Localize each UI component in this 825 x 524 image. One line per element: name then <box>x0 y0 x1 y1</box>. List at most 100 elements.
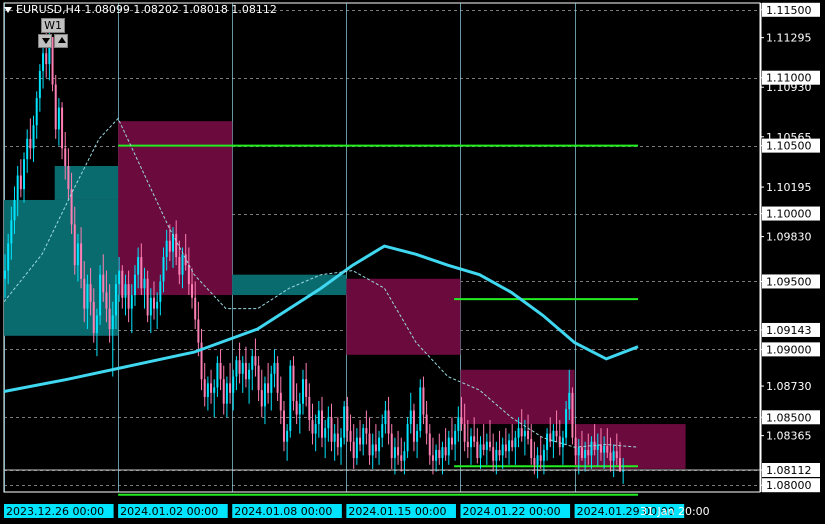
candle <box>257 356 260 401</box>
candle-body <box>26 138 29 160</box>
candle-body <box>229 383 232 393</box>
candle <box>447 430 450 465</box>
price-label: 1.08365 <box>766 430 812 443</box>
candle <box>406 417 409 459</box>
candle <box>422 376 425 425</box>
candle <box>412 403 415 452</box>
zone-bear <box>346 278 461 355</box>
candle-body <box>479 444 482 459</box>
price-chart[interactable]: 1.115001.112951.110001.109301.105651.105… <box>0 0 825 524</box>
candle <box>546 428 549 461</box>
candle-body <box>7 243 10 271</box>
candle <box>222 365 225 415</box>
candle-body <box>584 449 587 459</box>
candle-body <box>340 437 343 448</box>
price-label: 1.11295 <box>766 32 812 45</box>
candle-body <box>19 175 22 190</box>
close-price: 1.08112 <box>231 3 277 16</box>
low-price: 1.08018 <box>182 3 228 16</box>
candle-body <box>225 383 228 404</box>
candle <box>57 98 60 146</box>
candle-body <box>295 400 298 415</box>
candle-body <box>422 387 425 415</box>
candle <box>206 376 209 411</box>
candle <box>248 362 251 404</box>
candle <box>419 379 422 438</box>
candle-body <box>409 410 412 425</box>
price-label: 1.08000 <box>766 479 812 492</box>
candle-body <box>460 417 463 425</box>
candle-body <box>403 451 406 461</box>
candle <box>314 414 317 452</box>
chart-header: EURUSD,H4 1.08099 1.08202 1.08018 1.0811… <box>4 3 277 16</box>
timeframe-down-button[interactable] <box>38 34 52 48</box>
candle-body <box>489 441 492 448</box>
candle-body <box>606 445 609 453</box>
price-label: 1.11500 <box>766 4 812 17</box>
candle-body <box>114 284 117 316</box>
candle-body <box>187 265 190 285</box>
candle <box>225 376 228 418</box>
candle-body <box>527 430 530 440</box>
candle-body <box>450 437 453 445</box>
candle <box>466 420 469 459</box>
candle-body <box>191 284 194 298</box>
candle-body <box>349 430 352 442</box>
candle <box>352 424 355 469</box>
candle-body <box>530 439 533 459</box>
candle-body <box>45 53 48 65</box>
candle-body <box>99 274 102 316</box>
candle-body <box>86 284 89 309</box>
candle-body <box>476 441 479 459</box>
candle-body <box>327 417 330 429</box>
symbol-label: EURUSD,H4 <box>16 3 81 16</box>
time-label: 2024.01.08 00:00 <box>234 505 332 518</box>
candle <box>393 437 396 475</box>
candle-body <box>194 297 197 320</box>
candle-body <box>251 356 254 370</box>
candle <box>42 43 45 89</box>
candle-body <box>444 447 447 456</box>
candle <box>365 410 368 445</box>
candle <box>457 406 460 442</box>
candle <box>321 396 323 448</box>
zone-bear <box>460 369 575 425</box>
candle-body <box>384 410 387 425</box>
candle-body <box>127 284 130 309</box>
candle <box>251 349 254 391</box>
candle-body <box>244 362 247 380</box>
candle <box>485 433 488 465</box>
candle-body <box>76 243 79 266</box>
candle-body <box>603 445 606 453</box>
candle-body <box>111 315 114 329</box>
candle <box>504 428 507 459</box>
candle-body <box>206 383 209 397</box>
candle-body <box>454 430 457 445</box>
candle <box>438 433 441 465</box>
candle-body <box>346 406 349 431</box>
price-label: 1.08500 <box>766 411 812 424</box>
price-label: 1.09143 <box>766 324 812 337</box>
candle-body <box>42 53 45 71</box>
candle-body <box>599 444 602 453</box>
zone-bull <box>54 166 119 200</box>
time-label: 31 Jan 20:00 <box>640 505 710 518</box>
candle <box>362 424 365 456</box>
menu-arrow-icon[interactable] <box>4 7 12 13</box>
timeframe-up-button[interactable] <box>54 34 68 48</box>
candle-body <box>235 360 238 377</box>
high-price: 1.08202 <box>133 3 179 16</box>
time-axis: 2023.12.26 00:00 2024.01.02 00:00 2024.01.… <box>4 491 760 518</box>
candle-body <box>343 406 346 438</box>
candle-body <box>536 455 539 465</box>
candle-body <box>425 414 428 434</box>
candle-body <box>568 392 571 410</box>
candle-body <box>520 428 523 437</box>
candle-body <box>29 138 32 149</box>
candle-body <box>305 379 308 397</box>
zone-bull <box>232 274 347 296</box>
candle-body <box>143 278 146 289</box>
candle <box>229 362 232 404</box>
candle <box>378 430 381 465</box>
candle-body <box>276 362 279 393</box>
